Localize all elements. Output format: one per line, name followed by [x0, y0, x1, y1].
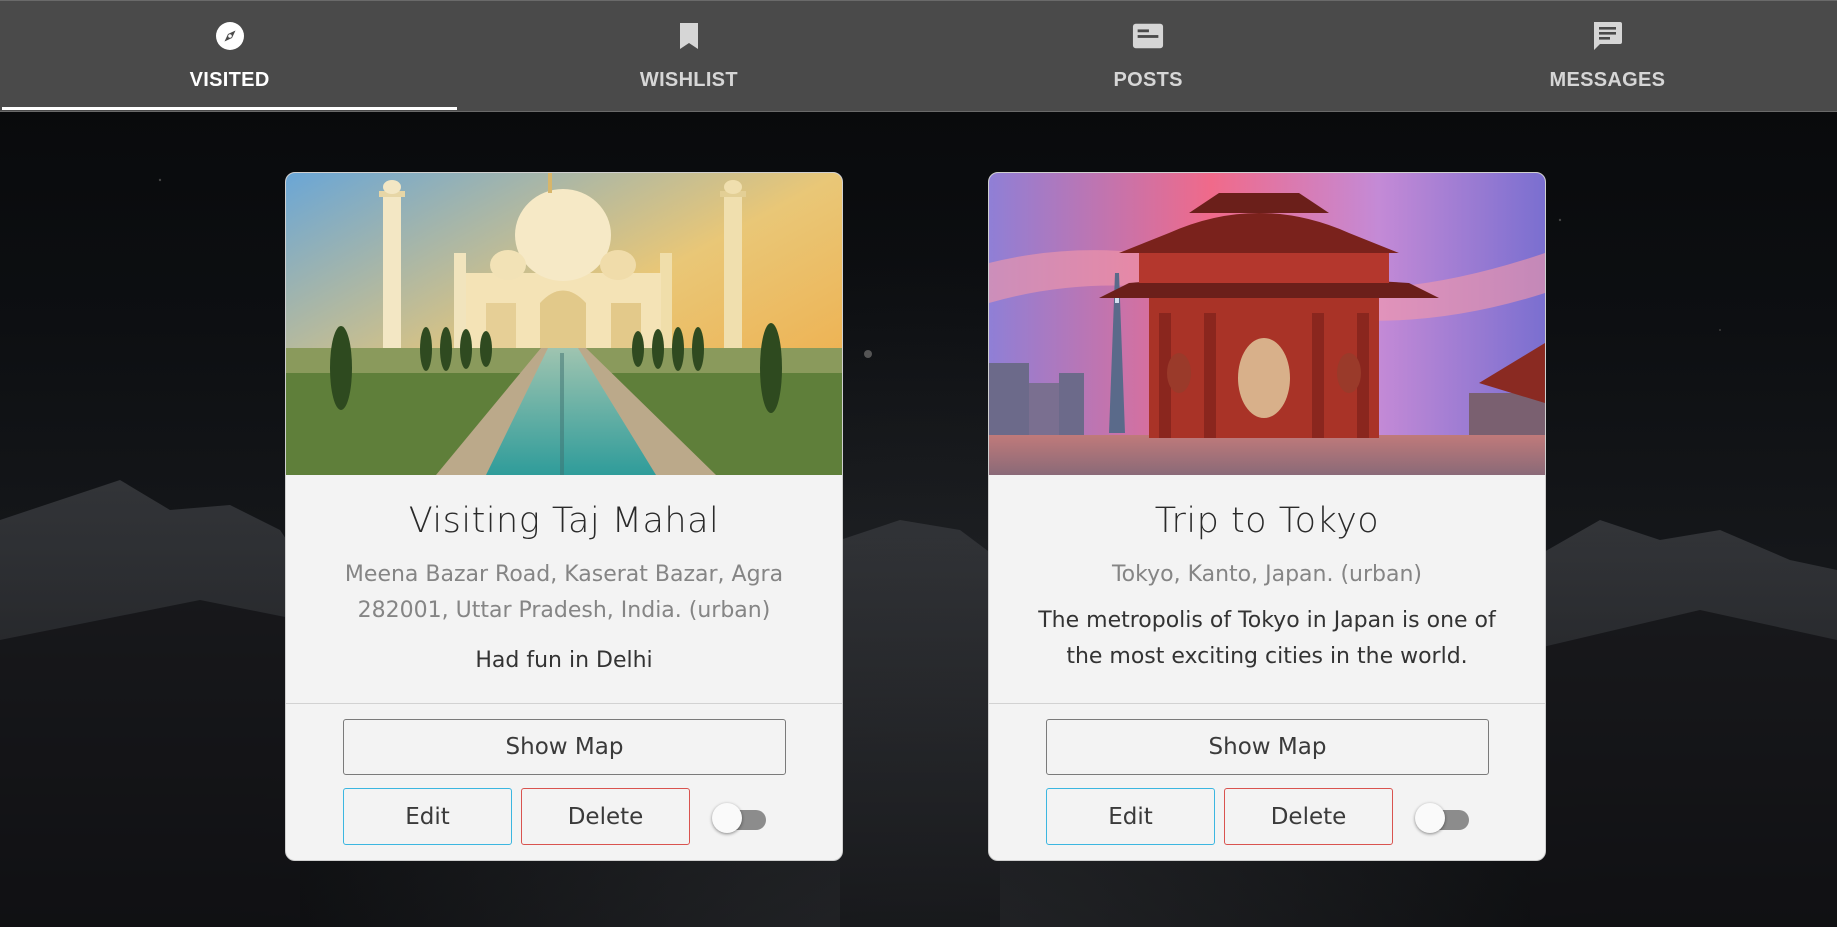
visibility-toggle[interactable]: [1415, 803, 1471, 833]
visibility-toggle[interactable]: [712, 803, 768, 833]
background-night-mountains: [0, 0, 1837, 927]
toggle-knob: [1415, 803, 1445, 833]
tab-messages-label: MESSAGES: [1549, 69, 1666, 91]
trip-card-taj-mahal: Visiting Taj Mahal Meena Bazar Road, Kas…: [285, 172, 843, 861]
edit-button[interactable]: Edit: [343, 788, 512, 845]
compass-icon: [214, 20, 246, 52]
toggle-knob: [712, 803, 742, 833]
tab-posts[interactable]: POSTS: [919, 1, 1378, 111]
active-tab-indicator: [2, 107, 458, 110]
card-divider: [989, 703, 1545, 704]
tab-visited-label: VISITED: [189, 69, 270, 91]
delete-button[interactable]: Delete: [1224, 788, 1393, 845]
top-tab-bar: VISITED WISHLIST POSTS MESSAGES: [0, 0, 1837, 112]
card-description: The metropolis of Tokyo in Japan is one …: [1038, 608, 1496, 669]
tab-posts-label: POSTS: [1113, 69, 1183, 91]
card-address: Meena Bazar Road, Kaserat Bazar, Agra 28…: [344, 562, 784, 623]
show-map-button[interactable]: Show Map: [343, 719, 786, 775]
card-address: Tokyo, Kanto, Japan. (urban): [1111, 562, 1422, 587]
trip-card-tokyo: Trip to Tokyo Tokyo, Kanto, Japan. (urba…: [988, 172, 1546, 861]
edit-button[interactable]: Edit: [1046, 788, 1215, 845]
delete-button[interactable]: Delete: [521, 788, 690, 845]
tab-messages[interactable]: MESSAGES: [1378, 1, 1837, 111]
card-title: Visiting Taj Mahal: [408, 501, 720, 541]
tab-wishlist-label: WISHLIST: [639, 69, 738, 91]
bookmark-icon: [673, 20, 705, 52]
tab-wishlist[interactable]: WISHLIST: [459, 1, 918, 111]
taj-mahal-photo: [286, 173, 842, 475]
card-divider: [286, 703, 842, 704]
post-icon: [1132, 20, 1164, 52]
tokyo-gate-photo: [989, 173, 1545, 475]
tab-visited[interactable]: VISITED: [0, 1, 459, 111]
message-icon: [1591, 20, 1623, 52]
card-description: Had fun in Delhi: [475, 648, 653, 673]
show-map-button[interactable]: Show Map: [1046, 719, 1489, 775]
card-title: Trip to Tokyo: [1154, 501, 1380, 541]
